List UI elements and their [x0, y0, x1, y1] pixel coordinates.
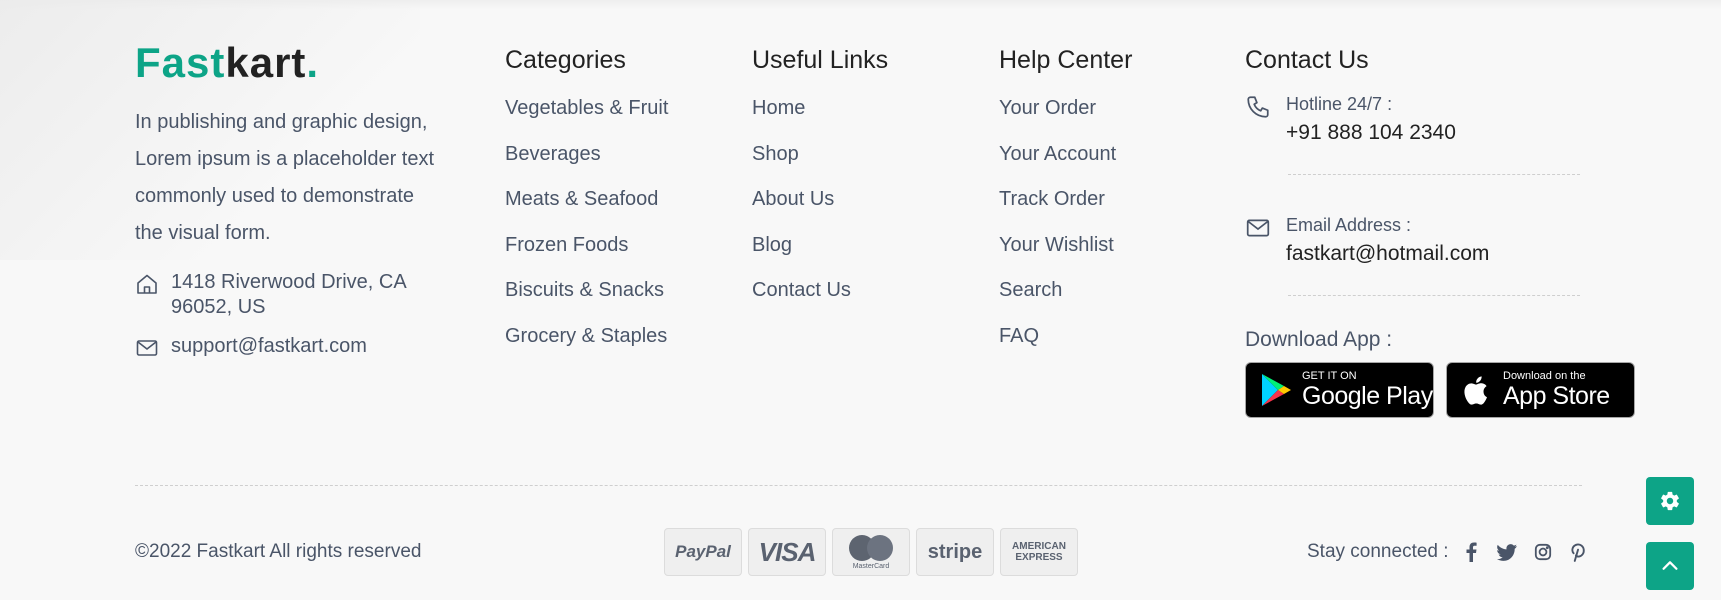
payment-methods: PayPal VISA MasterCard stripe AMERICAN EX… [664, 528, 1078, 576]
twitter-icon[interactable] [1496, 542, 1517, 562]
social-links: Stay connected : [1307, 541, 1589, 563]
hotline-label: Hotline 24/7 : [1286, 94, 1393, 114]
amex-text-1: AMERICAN [1012, 541, 1066, 552]
help-link-your-account[interactable]: Your Account [999, 132, 1219, 178]
facebook-icon[interactable] [1461, 542, 1481, 562]
gear-icon [1661, 491, 1679, 511]
logo-part-fast: Fast [135, 39, 226, 86]
app-store-big: App Store [1503, 382, 1610, 410]
about-text: In publishing and graphic design, Lorem … [135, 111, 435, 244]
google-play-button[interactable]: GET IT ON Google Play [1245, 362, 1434, 418]
logo-dot: . [306, 39, 320, 86]
top-shadow [0, 0, 1721, 10]
footer-top: Fastkart. In publishing and graphic desi… [135, 40, 1635, 440]
useful-link-contact-us[interactable]: Contact Us [752, 268, 972, 314]
help-link-your-wishlist[interactable]: Your Wishlist [999, 223, 1219, 269]
amex-text-2: EXPRESS [1015, 552, 1063, 563]
apple-icon [1464, 376, 1487, 405]
chevron-up-icon [1662, 561, 1678, 570]
category-link-grocery-staples[interactable]: Grocery & Staples [505, 314, 725, 360]
category-link-meats-seafood[interactable]: Meats & Seafood [505, 177, 725, 223]
useful-links-list: Home Shop About Us Blog Contact Us [752, 86, 972, 314]
google-play-small: GET IT ON [1302, 370, 1357, 382]
useful-link-blog[interactable]: Blog [752, 223, 972, 269]
back-to-top-button[interactable] [1646, 542, 1694, 590]
categories-title: Categories [505, 46, 626, 74]
app-badges: GET IT ON Google Play Download on the Ap… [1245, 362, 1645, 418]
categories-column: Categories Vegetables & Fruit Beverages … [505, 40, 725, 359]
copyright-text: ©2022 Fastkart All rights reserved [135, 541, 422, 562]
email-text: Email Address : fastkart@hotmail.com [1286, 213, 1489, 271]
help-center-title: Help Center [999, 46, 1133, 74]
categories-list: Vegetables & Fruit Beverages Meats & Sea… [505, 86, 725, 359]
category-link-biscuits-snacks[interactable]: Biscuits & Snacks [505, 268, 725, 314]
help-center-list: Your Order Your Account Track Order Your… [999, 86, 1219, 359]
help-center-column: Help Center Your Order Your Account Trac… [999, 40, 1219, 359]
brand-logo[interactable]: Fastkart. [135, 40, 445, 90]
settings-button[interactable] [1646, 477, 1694, 525]
contact-title: Contact Us [1245, 46, 1369, 74]
contact-divider [1288, 174, 1580, 175]
stay-connected-label: Stay connected : [1307, 541, 1449, 562]
email-item[interactable]: Email Address : fastkart@hotmail.com [1245, 213, 1645, 271]
contact-divider [1288, 295, 1580, 296]
pinterest-icon[interactable] [1569, 542, 1589, 562]
mail-icon [1246, 219, 1270, 237]
social-icons [1461, 542, 1589, 562]
address-row: 1418 Riverwood Drive, CA 96052, US [135, 270, 445, 320]
support-email-row[interactable]: support@fastkart.com [135, 334, 445, 360]
app-store-small: Download on the [1503, 370, 1586, 382]
hotline-text: Hotline 24/7 : +91 888 104 2340 [1286, 92, 1456, 150]
app-store-text: Download on the App Store [1503, 370, 1610, 410]
mastercard-circles [849, 534, 893, 561]
stripe-logo: stripe [916, 528, 994, 576]
download-app-title: Download App : [1245, 328, 1393, 351]
email-value: fastkart@hotmail.com [1286, 242, 1490, 265]
mail-icon [136, 340, 158, 356]
phone-icon [1247, 96, 1269, 118]
logo-part-kart: kart [225, 39, 307, 86]
hotline-value: +91 888 104 2340 [1286, 121, 1456, 144]
amex-logo: AMERICAN EXPRESS [1000, 528, 1078, 576]
category-link-beverages[interactable]: Beverages [505, 132, 725, 178]
help-link-track-order[interactable]: Track Order [999, 177, 1219, 223]
address-text: 1418 Riverwood Drive, CA 96052, US [171, 271, 406, 318]
hotline-item[interactable]: Hotline 24/7 : +91 888 104 2340 [1245, 92, 1645, 150]
visa-logo: VISA [748, 528, 826, 576]
category-link-frozen-foods[interactable]: Frozen Foods [505, 223, 725, 269]
email-label: Email Address : [1286, 215, 1412, 235]
mastercard-text: MasterCard [852, 562, 890, 570]
useful-links-title: Useful Links [752, 46, 889, 74]
support-email: support@fastkart.com [171, 335, 367, 357]
useful-link-shop[interactable]: Shop [752, 132, 972, 178]
google-play-icon [1262, 374, 1291, 406]
help-link-faq[interactable]: FAQ [999, 314, 1219, 360]
google-play-big: Google Play [1302, 382, 1433, 410]
category-link-vegetables-fruit[interactable]: Vegetables & Fruit [505, 86, 725, 132]
paypal-logo: PayPal [664, 528, 742, 576]
home-icon [137, 274, 157, 294]
about-column: Fastkart. In publishing and graphic desi… [135, 40, 445, 360]
useful-link-home[interactable]: Home [752, 86, 972, 132]
instagram-icon[interactable] [1533, 542, 1553, 562]
help-link-search[interactable]: Search [999, 268, 1219, 314]
google-play-text: GET IT ON Google Play [1302, 370, 1433, 410]
mastercard-logo: MasterCard [832, 528, 910, 576]
contact-column: Contact Us Hotline 24/7 : +91 888 104 23… [1245, 40, 1645, 418]
footer-divider [135, 485, 1582, 486]
useful-links-column: Useful Links Home Shop About Us Blog Con… [752, 40, 972, 314]
help-link-your-order[interactable]: Your Order [999, 86, 1219, 132]
useful-link-about-us[interactable]: About Us [752, 177, 972, 223]
app-store-button[interactable]: Download on the App Store [1446, 362, 1635, 418]
